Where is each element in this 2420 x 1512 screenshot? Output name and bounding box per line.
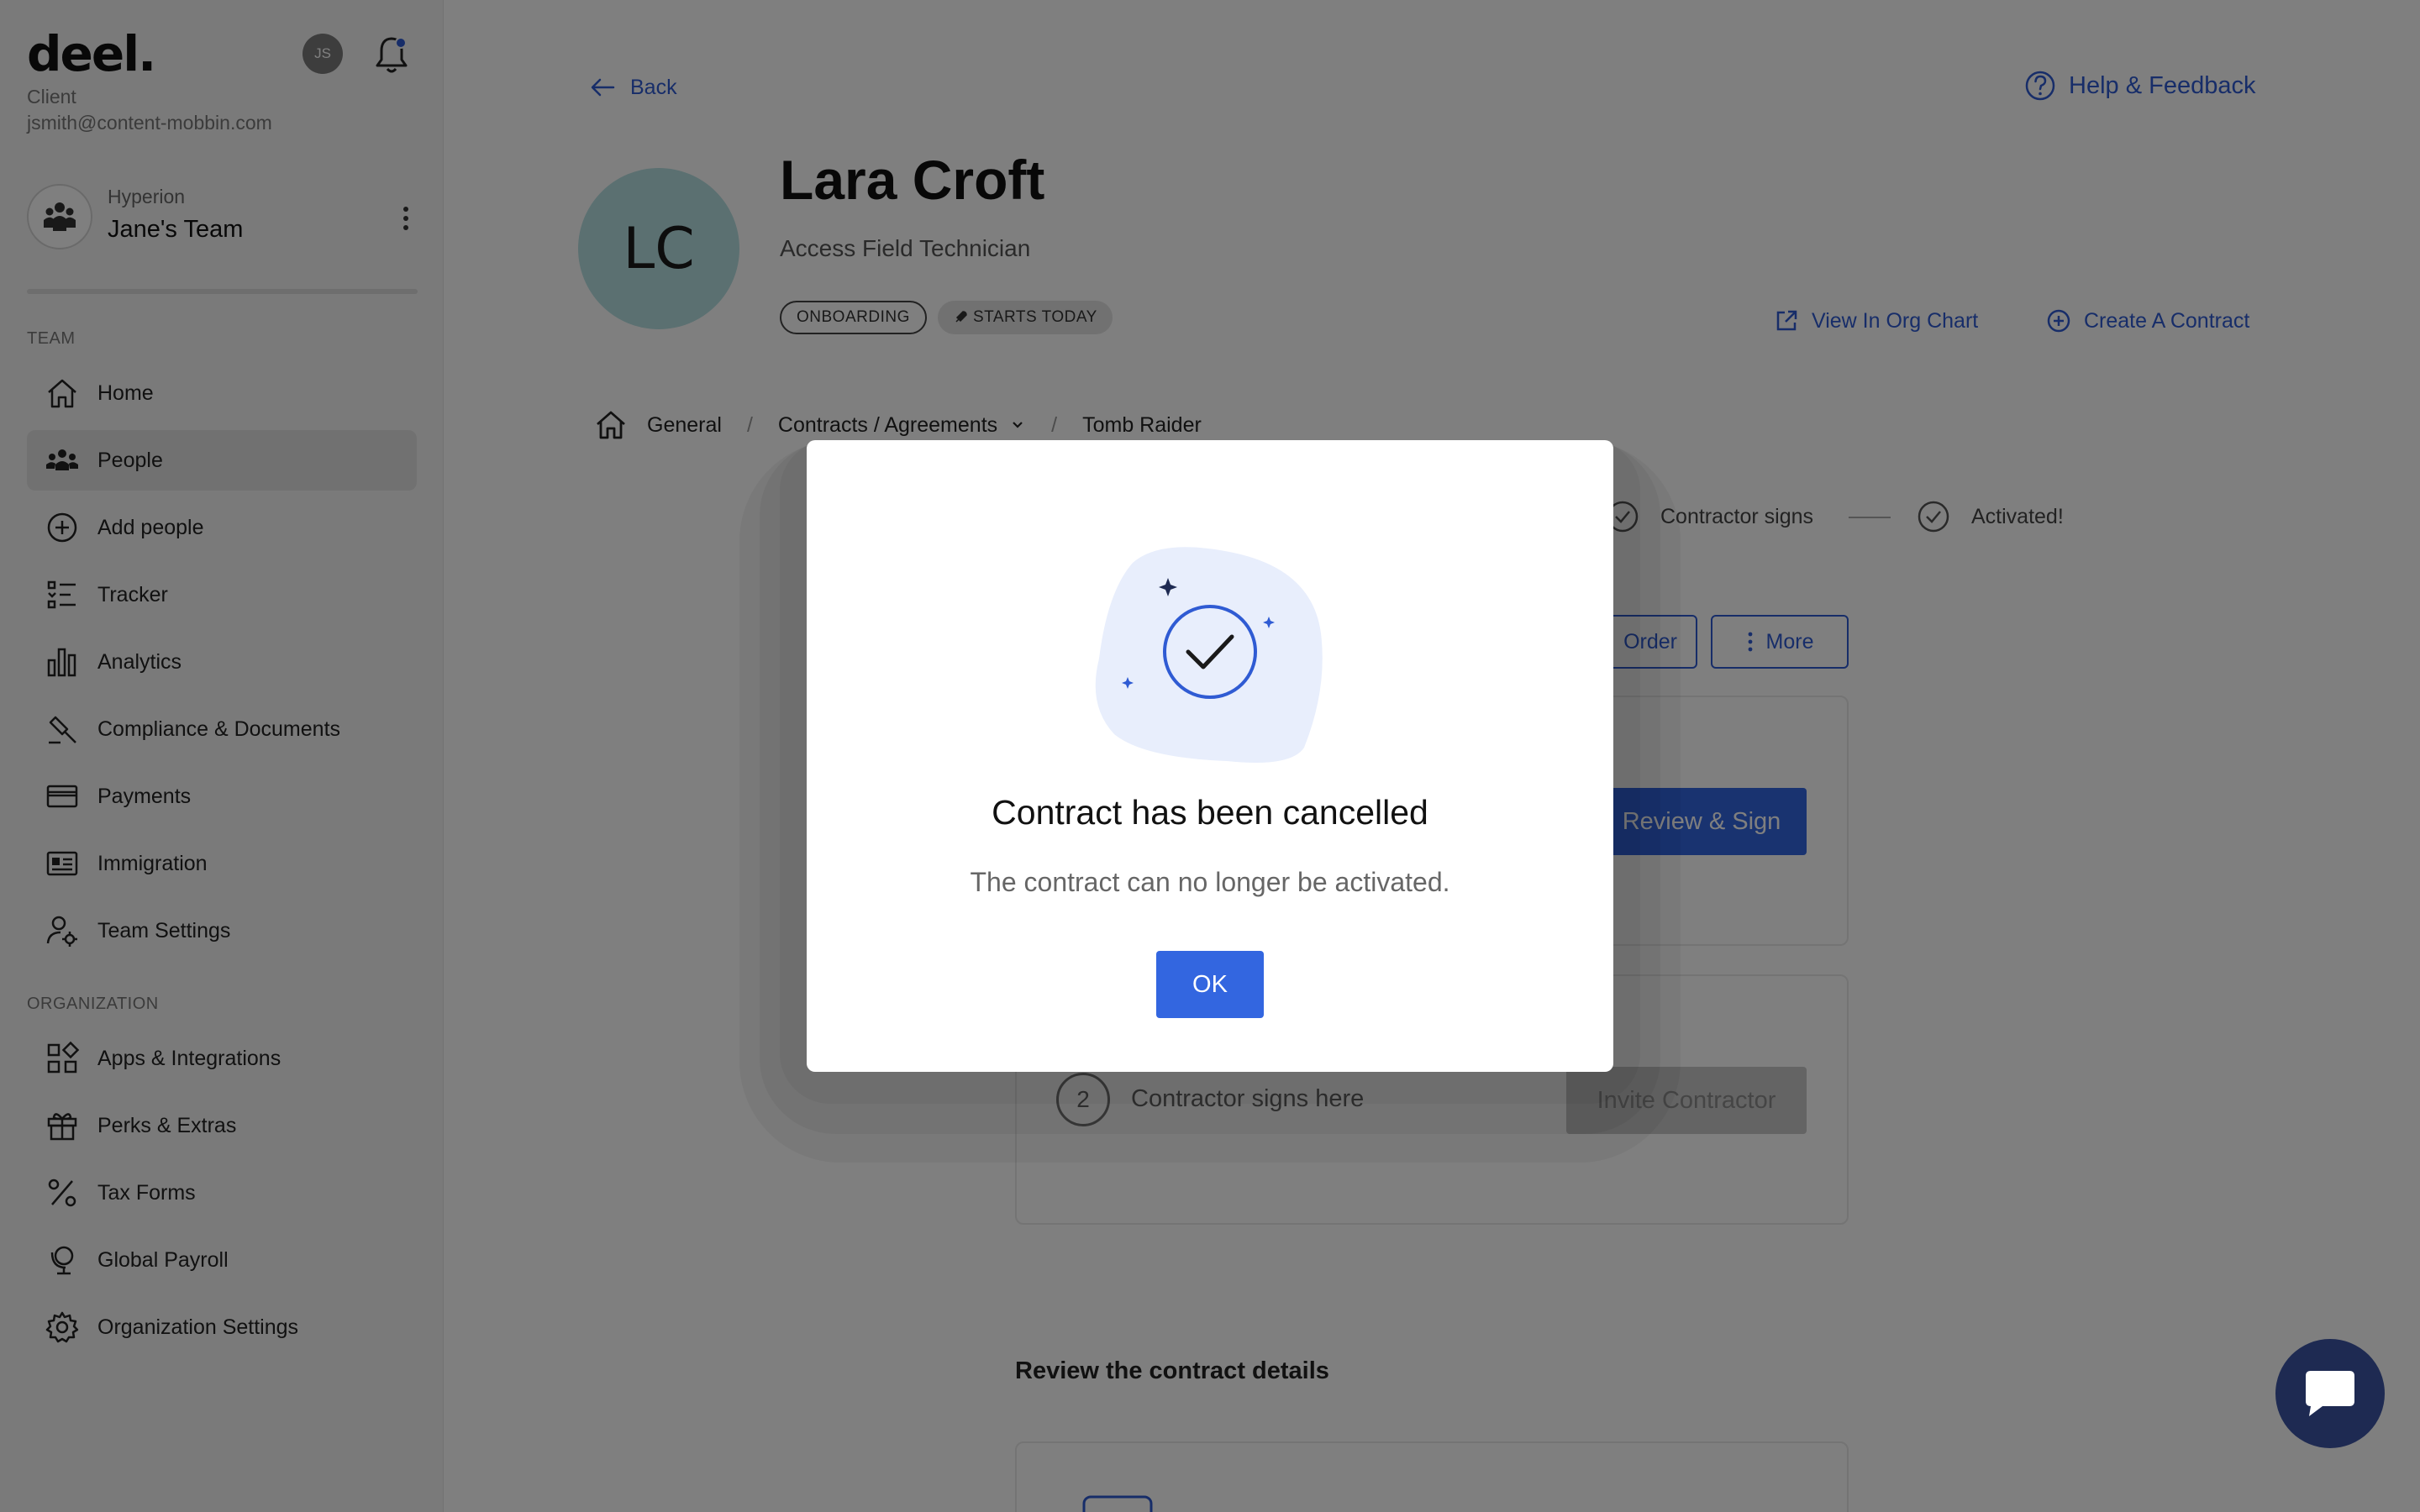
chat-bubble-icon [2306,1371,2354,1416]
dialog-message: The contract can no longer be activated. [970,867,1450,897]
check-badge-icon [1095,547,1323,763]
chat-button[interactable] [2275,1339,2385,1448]
cancelled-dialog: Contract has been cancelled The contract… [807,440,1613,1072]
dialog-title: Contract has been cancelled [992,793,1428,832]
ok-button[interactable]: OK [1156,951,1264,1018]
